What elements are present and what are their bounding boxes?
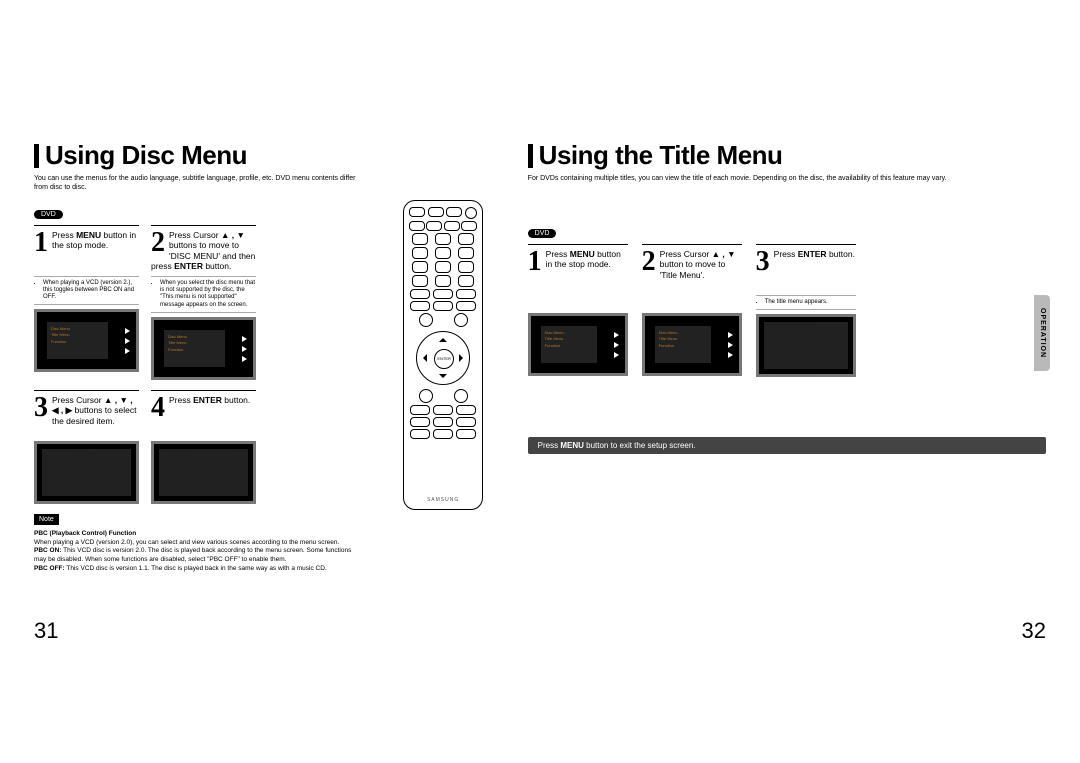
step-2-note: When you select the disc menu that is no… — [151, 276, 256, 313]
screen-thumb: Disc MenuTitle MenuFunction — [642, 313, 742, 376]
step-1-note: When playing a VCD (version 2.), this to… — [34, 276, 139, 306]
operation-tab: OPERATION — [1034, 295, 1050, 371]
heading-right: Using the Title Menu — [528, 140, 1046, 171]
step-1: 1Press MENU button in the stop mode. Dis… — [528, 244, 628, 377]
manual-spread: Using Disc Menu You can use the menus fo… — [0, 0, 1080, 763]
step-1: 1Press MENU button in the stop mode. Whe… — [34, 225, 139, 380]
page-right: Using the Title Menu For DVDs containing… — [528, 140, 1046, 574]
screen-thumb: Disc MenuTitle MenuFunction — [528, 313, 628, 376]
steps-row-1: 1Press MENU button in the stop mode. Whe… — [34, 225, 359, 380]
dvd-badge: DVD — [528, 229, 557, 238]
step-3: 3Press ENTER button. The title menu appe… — [756, 244, 856, 377]
remote-column: ENTER SAMSUNG — [399, 140, 488, 574]
cursor-up-icon — [439, 334, 447, 342]
step-2: 2Press Cursor ▲ , ▼ button to move to 'T… — [642, 244, 742, 377]
cursor-left-icon — [419, 354, 427, 362]
step-2: 2Press Cursor ▲ , ▼ buttons to move to '… — [151, 225, 256, 380]
page-number-right: 32 — [1022, 618, 1046, 644]
enter-button-icon: ENTER — [434, 349, 454, 369]
intro-left: You can use the menus for the audio lang… — [34, 175, 359, 193]
step-3-note: The title menu appears. — [756, 295, 856, 310]
steps-row: 1Press MENU button in the stop mode. Dis… — [528, 244, 1046, 377]
pbc-block: PBC (Playback Control) Function When pla… — [34, 530, 359, 574]
heading-left: Using Disc Menu — [34, 140, 359, 171]
screen-thumb — [151, 441, 256, 504]
cursor-right-icon — [459, 354, 467, 362]
remote-illustration: ENTER SAMSUNG — [403, 200, 483, 510]
intro-right: For DVDs containing multiple titles, you… — [528, 175, 1046, 184]
screen-thumb: Disc MenuTitle MenuFunction — [151, 317, 256, 380]
exit-hint: Press MENU button to exit the setup scre… — [528, 437, 1046, 454]
remote-dpad: ENTER — [416, 331, 470, 385]
remote-brand: SAMSUNG — [404, 497, 482, 503]
screen-thumb — [34, 441, 139, 504]
note-badge: Note — [34, 514, 59, 525]
screen-thumb: Disc MenuTitle MenuFunction — [34, 309, 139, 372]
cursor-down-icon — [439, 374, 447, 382]
step-4: 4Press ENTER button. — [151, 390, 256, 504]
steps-row-2: 3Press Cursor ▲ , ▼ , ◀ , ▶ buttons to s… — [34, 390, 359, 504]
page-left: Using Disc Menu You can use the menus fo… — [34, 140, 359, 574]
step-3: 3Press Cursor ▲ , ▼ , ◀ , ▶ buttons to s… — [34, 390, 139, 504]
page-number-left: 31 — [34, 618, 58, 644]
dvd-badge: DVD — [34, 210, 63, 219]
screen-thumb — [756, 314, 856, 377]
